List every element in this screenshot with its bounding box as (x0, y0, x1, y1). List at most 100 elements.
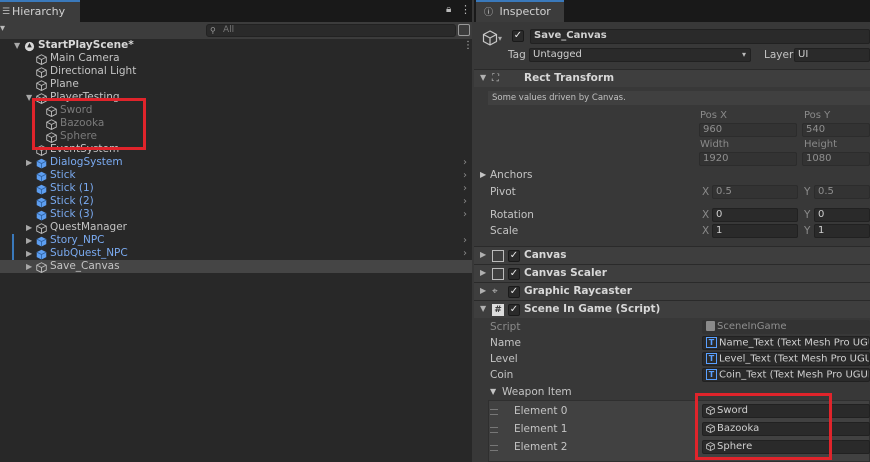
hierarchy-row[interactable]: Plane (0, 78, 472, 91)
level-value: Level_Text (Text Mesh Pro UGUI) (719, 353, 870, 365)
active-checkbox[interactable]: ✓ (512, 30, 524, 42)
coin-object-field[interactable]: T Coin_Text (Text Mesh Pro UGUI) (702, 368, 870, 382)
chevron-right-icon[interactable]: › (463, 234, 467, 247)
scene-options-icon[interactable]: ⋮ (463, 39, 473, 52)
level-object-field[interactable]: T Level_Text (Text Mesh Pro UGUI) (702, 352, 870, 366)
level-label: Level (490, 353, 518, 365)
raycaster-enabled-checkbox[interactable]: ✓ (508, 286, 520, 298)
pivot-x-letter: X (702, 186, 710, 198)
hierarchy-row[interactable]: ▶ QuestManager (0, 221, 472, 234)
driven-note: Some values driven by Canvas. (488, 91, 870, 105)
pivot-label: Pivot (490, 186, 516, 198)
script-label: Script (490, 321, 521, 333)
hierarchy-row[interactable]: ▶ SubQuest_NPC › (0, 247, 472, 260)
height-field[interactable]: 1080 (802, 152, 870, 166)
drag-handle-icon[interactable] (490, 409, 498, 415)
hierarchy-row-label: Plane (50, 78, 79, 90)
canvas-scaler-header[interactable]: ▶ ✓ Canvas Scaler (474, 264, 870, 282)
rect-transform-header[interactable]: ▼ ⛶ Rect Transform (474, 69, 870, 87)
hierarchy-row[interactable]: Stick (2) › (0, 195, 472, 208)
hierarchy-row[interactable]: ▶ Save_Canvas (0, 260, 472, 273)
collapse-arrow-icon: ▼ (480, 73, 487, 82)
hierarchy-row[interactable]: ▼ StartPlayScene* ⋮ (0, 39, 473, 52)
canvas-enabled-checkbox[interactable]: ✓ (508, 250, 520, 262)
pos-y-label: Pos Y (804, 110, 831, 121)
hierarchy-row-label: Stick (50, 169, 76, 181)
expand-arrow-icon: ▶ (480, 286, 487, 295)
collapsed-arrow-icon[interactable]: ▶ (26, 260, 32, 273)
canvas-component-header[interactable]: ▶ ✓ Canvas (474, 246, 870, 264)
lock-icon[interactable]: 🔒︎ (446, 4, 451, 15)
more-options-icon[interactable]: ⋮ (460, 3, 471, 16)
cube-outline-icon (36, 261, 47, 274)
add-dropdown-icon[interactable]: ▾ (0, 23, 5, 34)
chevron-right-icon[interactable]: › (463, 169, 467, 182)
name-label: Name (490, 337, 521, 349)
weapon-foldout-icon[interactable]: ▼ (490, 387, 496, 396)
expanded-arrow-icon[interactable]: ▼ (14, 39, 20, 52)
text-mesh-pro-icon: T (706, 353, 717, 364)
scale-y-letter: Y (804, 225, 811, 237)
inspector-tab-label: Inspector (499, 5, 551, 18)
hierarchy-row-label: Stick (3) (50, 208, 94, 220)
chevron-right-icon[interactable]: › (463, 195, 467, 208)
name-value: Name_Text (Text Mesh Pro UGUI) (719, 337, 870, 349)
pivot-y-field[interactable]: 0.5 (814, 185, 870, 199)
scene-filter-icon[interactable] (458, 24, 470, 36)
hierarchy-row-label: DialogSystem (50, 156, 123, 168)
name-object-field[interactable]: T Name_Text (Text Mesh Pro UGUI) (702, 336, 870, 350)
scene-in-game-header[interactable]: ▼ # ✓ Scene In Game (Script) (474, 300, 870, 318)
pos-x-field[interactable]: 960 (699, 123, 797, 137)
collapsed-arrow-icon[interactable]: ▶ (26, 221, 32, 234)
canvas-scaler-title: Canvas Scaler (524, 267, 607, 279)
hierarchy-row[interactable]: Stick › (0, 169, 472, 182)
chevron-right-icon[interactable]: › (463, 156, 467, 169)
icon-dropdown-icon[interactable]: ▾ (498, 34, 502, 43)
hierarchy-row-label: Stick (2) (50, 195, 94, 207)
rect-transform-title: Rect Transform (524, 72, 615, 84)
drag-handle-icon[interactable] (490, 427, 498, 433)
info-icon: ⓘ (484, 8, 494, 18)
hierarchy-row[interactable]: Stick (1) › (0, 182, 472, 195)
hierarchy-row[interactable]: Stick (3) › (0, 208, 472, 221)
layer-dropdown[interactable]: UI (794, 48, 870, 62)
width-field[interactable]: 1920 (699, 152, 797, 166)
anchors-foldout-icon[interactable]: ▶ (480, 170, 486, 179)
tag-dropdown[interactable]: Untagged ▾ (529, 48, 751, 62)
rotation-x-field[interactable]: 0 (712, 208, 798, 222)
hierarchy-row[interactable]: Directional Light (0, 65, 472, 78)
scale-x-field[interactable]: 1 (712, 224, 798, 238)
hierarchy-tab[interactable]: ☰ Hierarchy (0, 0, 80, 22)
inspector-tab[interactable]: ⓘ Inspector (476, 0, 564, 22)
drag-handle-icon[interactable] (490, 445, 498, 451)
scale-y-field[interactable]: 1 (814, 224, 870, 238)
tag-value: Untagged (533, 49, 582, 60)
weapon-item-label[interactable]: Weapon Item (502, 386, 572, 398)
menu-icon[interactable]: ☰ (2, 7, 10, 17)
search-field[interactable]: ⚲ All (206, 24, 456, 37)
object-name-field[interactable]: Save_Canvas (530, 29, 870, 44)
chevron-right-icon[interactable]: › (463, 208, 467, 221)
hierarchy-panel: ☰ Hierarchy 🔒︎ ⋮ ▾ ⚲ All ▼ StartPlayScene… (0, 0, 473, 462)
canvas-title: Canvas (524, 249, 567, 261)
chevron-right-icon[interactable]: › (463, 247, 467, 260)
hierarchy-row-label: Main Camera (50, 52, 120, 64)
hierarchy-row[interactable]: ▶ Story_NPC › (0, 234, 472, 247)
collapsed-arrow-icon[interactable]: ▶ (26, 156, 32, 169)
collapsed-arrow-icon[interactable]: ▶ (26, 234, 32, 247)
hierarchy-row-label: Story_NPC (50, 234, 105, 246)
chevron-right-icon[interactable]: › (463, 182, 467, 195)
script-field: SceneInGame (702, 320, 870, 334)
collapsed-arrow-icon[interactable]: ▶ (26, 247, 32, 260)
graphic-raycaster-header[interactable]: ▶ ⌖ ✓ Graphic Raycaster (474, 282, 870, 300)
pivot-x-field[interactable]: 0.5 (712, 185, 798, 199)
anchors-label[interactable]: Anchors (490, 169, 532, 181)
text-mesh-pro-icon: T (706, 369, 717, 380)
rotation-y-field[interactable]: 0 (814, 208, 870, 222)
rect-transform-icon: ⛶ (492, 73, 499, 84)
canvas-scaler-enabled-checkbox[interactable]: ✓ (508, 268, 520, 280)
hierarchy-row[interactable]: Main Camera (0, 52, 472, 65)
script-enabled-checkbox[interactable]: ✓ (508, 304, 520, 316)
pos-y-field[interactable]: 540 (802, 123, 870, 137)
hierarchy-row[interactable]: ▶ DialogSystem › (0, 156, 472, 169)
